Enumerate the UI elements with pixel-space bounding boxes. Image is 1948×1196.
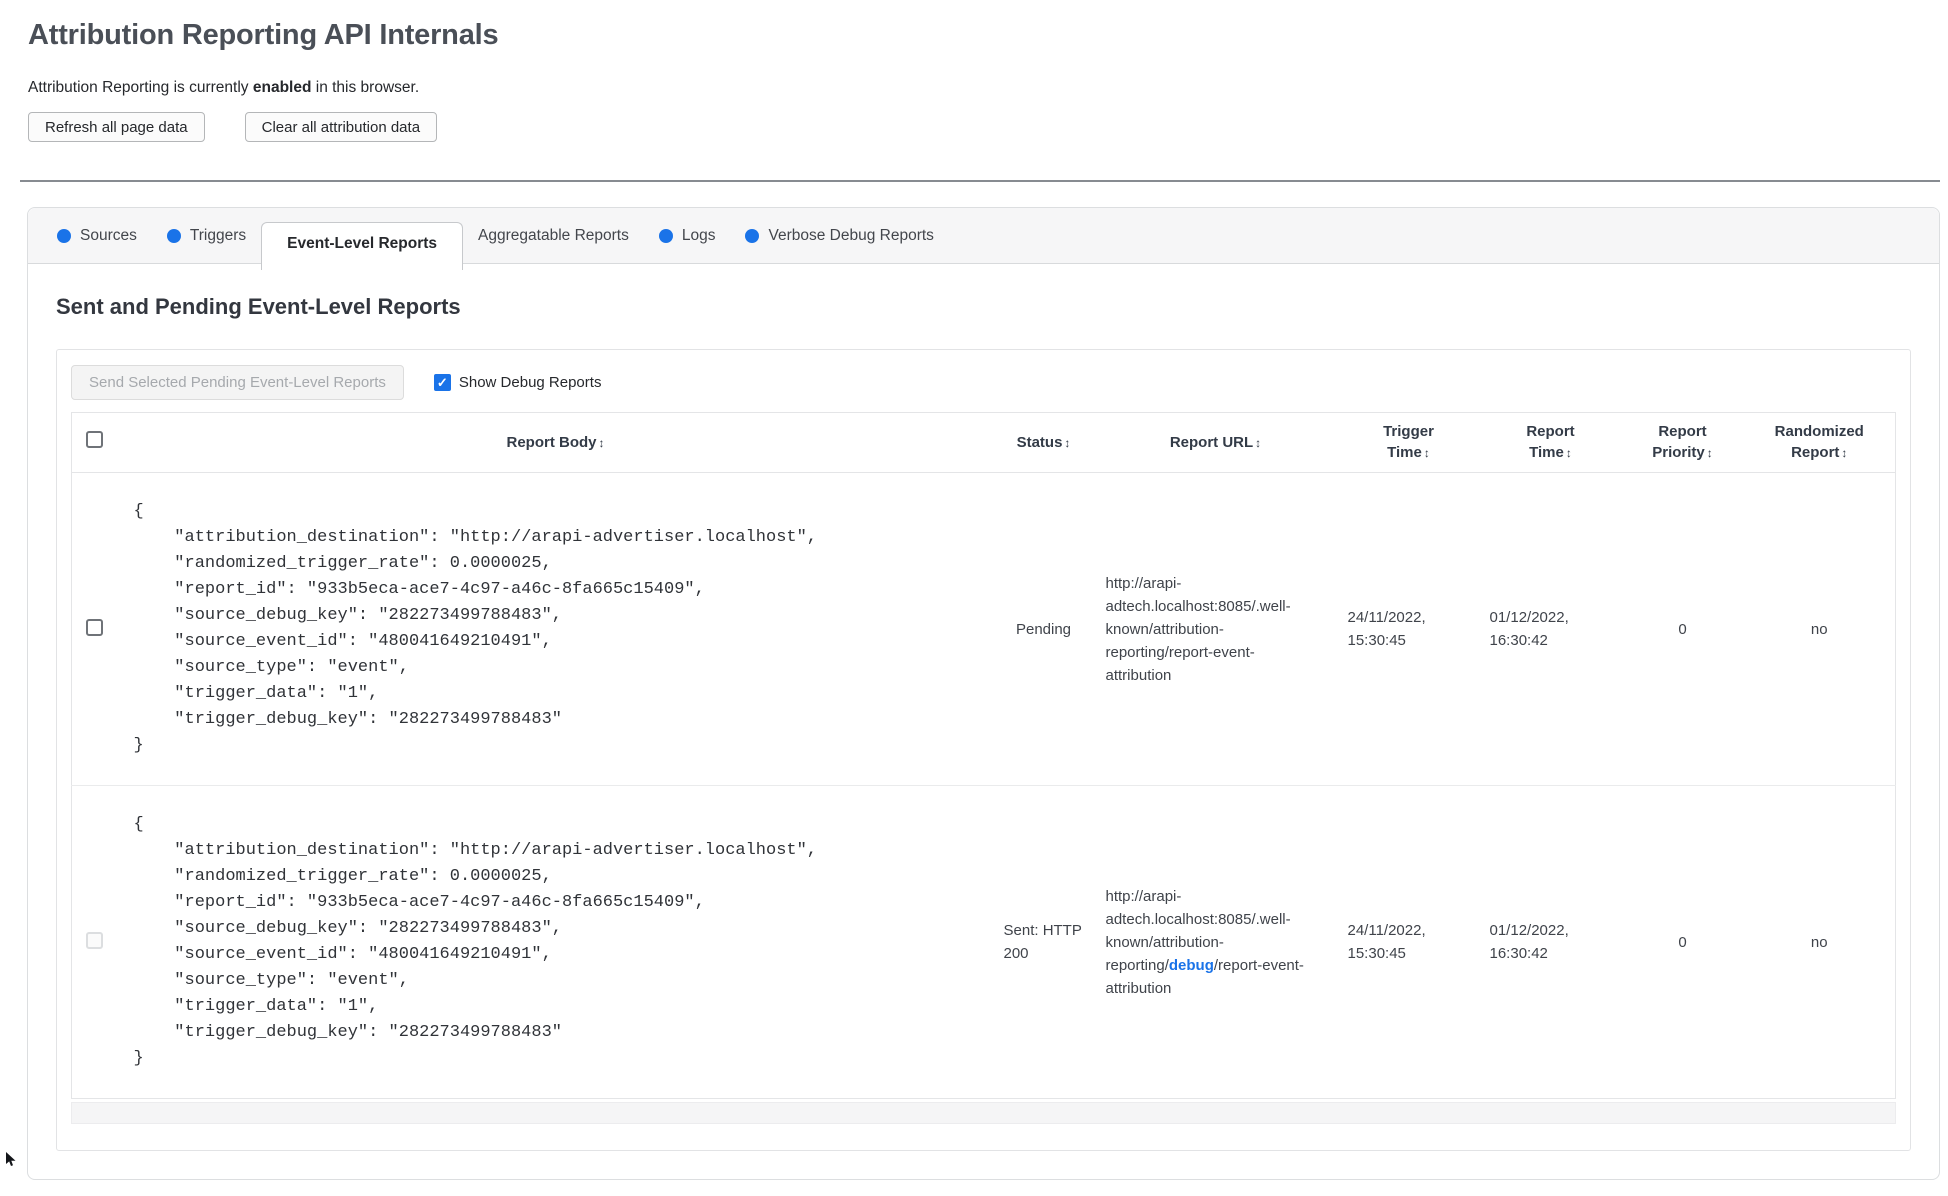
report-table-container: Send Selected Pending Event-Level Report… <box>56 349 1911 1151</box>
checked-checkbox-icon[interactable] <box>433 373 451 391</box>
sort-icon: ↕ <box>1423 446 1430 460</box>
report-body-json: { "attribution_destination": "http://ara… <box>133 502 818 755</box>
mouse-cursor-icon <box>6 1152 16 1166</box>
send-selected-reports-button[interactable]: Send Selected Pending Event-Level Report… <box>71 364 404 400</box>
reports-table: Report Body ↕ Status ↕ Report URL ↕ Trigger Ti… <box>71 412 1896 1099</box>
report-row: { "attribution_destination": "http://ara… <box>71 785 1896 1099</box>
report-row: { "attribution_destination": "http://ara… <box>72 473 1896 786</box>
report-url-cell: http://arapi-adtech.localhost:8085/.well… <box>1094 473 1338 786</box>
column-header-report-body[interactable]: Report Body ↕ <box>117 412 994 473</box>
trigger-time-cell: 24/11/2022, 15:30:45 <box>1338 473 1480 786</box>
tab-status-dot-icon <box>745 228 760 243</box>
column-header-report-url[interactable]: Report URL ↕ <box>1093 412 1338 473</box>
column-header-trigger-time[interactable]: Trigger Time ↕ <box>1337 412 1480 473</box>
report-time-text: 01/12/2022, 16:30:42 <box>1489 922 1569 962</box>
table-header-row: Report Body ↕ Status ↕ Report URL ↕ Trigger Ti… <box>71 412 1896 473</box>
report-priority-cell: 0 <box>1678 620 1687 638</box>
table-controls-row: Send Selected Pending Event-Level Report… <box>71 364 1896 400</box>
status-cell: Sent: HTTP 200 <box>993 785 1094 1099</box>
column-header-label: Randomized Report <box>1774 423 1864 461</box>
page-header: Attribution Reporting API Internals Attr… <box>27 18 1940 142</box>
top-buttons-row: Refresh all page data Clear all attribut… <box>28 112 1940 142</box>
tab-label: Logs <box>681 226 716 244</box>
status-cell: Pending <box>994 473 1094 786</box>
row-select-cell <box>71 785 118 1099</box>
clear-all-attribution-data-button[interactable]: Clear all attribution data <box>244 112 438 142</box>
column-header-label: Report Body <box>506 433 597 451</box>
randomized-report-cell: no <box>1743 785 1896 1099</box>
status-emphasis: enabled <box>252 79 312 96</box>
section-heading: Sent and Pending Event-Level Reports <box>56 294 461 319</box>
tab-panel: Sources Triggers Event-Level Reports Aggreg… <box>27 207 1940 1180</box>
report-time-cell: 01/12/2022, 16:30:42 <box>1479 785 1622 1099</box>
column-header-report-priority[interactable]: Report Priority ↕ <box>1621 412 1744 473</box>
trigger-time-cell: 24/11/2022, 15:30:45 <box>1337 785 1480 1099</box>
refresh-all-page-data-button[interactable]: Refresh all page data <box>28 112 205 142</box>
report-time-text: 01/12/2022, 16:30:42 <box>1489 609 1569 649</box>
sort-icon: ↕ <box>1255 435 1262 450</box>
row-select-checkbox[interactable] <box>86 618 104 636</box>
tab-logs[interactable]: Logs <box>644 227 731 245</box>
column-header-status[interactable]: Status ↕ <box>993 412 1094 473</box>
show-debug-label: Show Debug Reports <box>458 373 602 391</box>
page-title: Attribution Reporting API Internals <box>28 19 499 51</box>
tab-label: Triggers <box>189 226 247 244</box>
tab-label: Event-Level Reports <box>287 234 438 252</box>
show-debug-toggle[interactable]: Show Debug Reports <box>433 373 602 391</box>
select-all-header-cell[interactable] <box>71 412 118 473</box>
row-select-cell <box>72 473 118 786</box>
sort-icon: ↕ <box>1706 446 1713 460</box>
select-all-checkbox[interactable] <box>86 431 104 448</box>
status-text: Pending <box>1015 620 1072 638</box>
tab-sources[interactable]: Sources <box>42 227 152 245</box>
randomized-report-cell: no <box>1810 620 1828 638</box>
tab-status-dot-icon <box>658 228 673 243</box>
report-url-cell: http://arapi-adtech.localhost:8085/.well… <box>1093 785 1338 1099</box>
tab-status-dot-icon <box>166 228 181 243</box>
header-divider <box>20 180 1940 182</box>
report-time-cell: 01/12/2022, 16:30:42 <box>1480 473 1622 786</box>
report-body-cell: { "attribution_destination": "http://ara… <box>117 785 994 1099</box>
sort-icon: ↕ <box>1064 435 1071 450</box>
column-header-label: Report URL <box>1169 433 1254 451</box>
row-select-checkbox <box>86 931 104 949</box>
table-footer-strip <box>71 1102 1896 1124</box>
column-header-randomized-report[interactable]: Randomized Report ↕ <box>1743 412 1896 473</box>
tab-event-level-reports[interactable]: Event-Level Reports <box>261 222 464 270</box>
tab-verbose-debug-reports[interactable]: Verbose Debug Reports <box>730 227 948 245</box>
column-header-report-time[interactable]: Report Time ↕ <box>1479 412 1622 473</box>
api-status-text: Attribution Reporting is currently enabl… <box>28 78 1940 97</box>
report-body-json: { "attribution_destination": "http://ara… <box>133 815 818 1068</box>
tab-label: Aggregatable Reports <box>478 226 629 244</box>
tab-label: Sources <box>80 226 137 244</box>
column-header-label: Report Priority <box>1652 423 1707 461</box>
tab-strip: Sources Triggers Event-Level Reports Aggreg… <box>28 208 1939 270</box>
trigger-time-text: 24/11/2022, 15:30:45 <box>1347 609 1426 649</box>
debug-link[interactable]: debug <box>1169 957 1214 974</box>
tab-status-dot-icon <box>57 228 71 243</box>
tab-triggers[interactable]: Triggers <box>152 227 261 245</box>
sort-icon: ↕ <box>1565 446 1572 460</box>
status-text: Sent: HTTP 200 <box>1003 922 1082 962</box>
sort-icon: ↕ <box>598 435 605 450</box>
status-suffix: in this browser. <box>315 79 420 96</box>
reports-tbody: { "attribution_destination": "http://ara… <box>71 473 1896 1099</box>
tab-aggregatable-reports[interactable]: Aggregatable Reports <box>463 227 644 245</box>
column-header-label: Status <box>1016 433 1063 451</box>
tab-label: Verbose Debug Reports <box>768 226 934 244</box>
status-prefix: Attribution Reporting is currently <box>28 79 249 96</box>
report-body-cell: { "attribution_destination": "http://ara… <box>118 473 994 786</box>
report-url-text: http://arapi-adtech.localhost:8085/.well… <box>1105 574 1291 684</box>
report-priority-cell: 0 <box>1621 785 1744 1099</box>
sort-icon: ↕ <box>1841 446 1848 460</box>
trigger-time-text: 24/11/2022, 15:30:45 <box>1347 922 1426 962</box>
